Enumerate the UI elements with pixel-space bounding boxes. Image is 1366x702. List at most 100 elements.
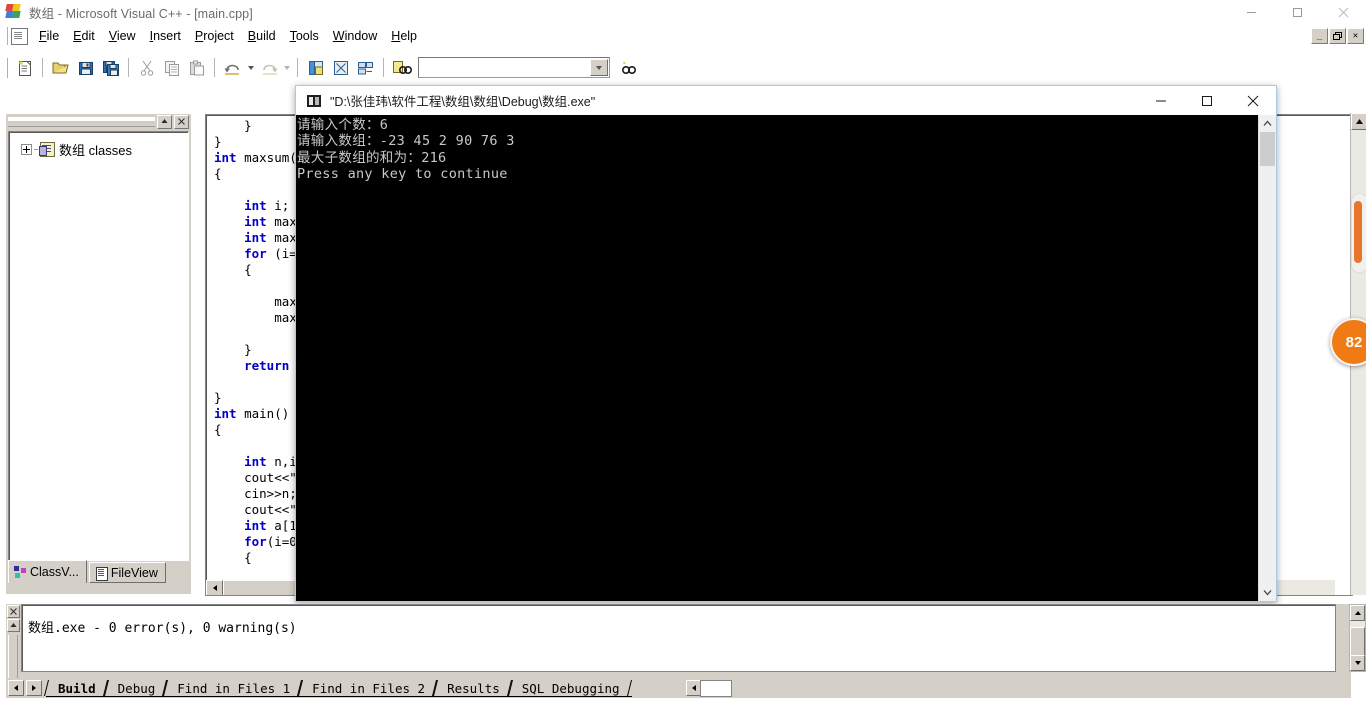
output-tab-label: SQL Debugging (521, 680, 620, 696)
output-vertical-scrollbar[interactable] (1349, 604, 1366, 672)
tree-item-label: 数组 classes (59, 142, 132, 158)
console-output-text: 请输入个数：6 请输入数组：-23 45 2 90 76 3 最大子数组的和为：… (297, 117, 515, 182)
menu-edit[interactable]: Edit (66, 26, 102, 46)
mdi-child-controls: _ ✕ (1310, 28, 1364, 44)
classview-icon (14, 566, 27, 578)
output-tab-debug[interactable]: Debug (103, 679, 168, 697)
console-scroll-down-arrow-icon[interactable] (1259, 584, 1276, 601)
workspace-window-icon[interactable] (303, 56, 328, 80)
save-all-icon[interactable] (98, 56, 123, 80)
title-bar: 数组 - Microsoft Visual C++ - [main.cpp] (0, 0, 1366, 25)
find-in-files-icon[interactable] (389, 56, 414, 80)
menu-project[interactable]: Project (188, 26, 241, 46)
notification-badge-value: 82 (1345, 333, 1363, 351)
app-vscroll-thumb[interactable] (1354, 201, 1362, 263)
redo-dropdown-chevron-down-icon[interactable] (281, 56, 292, 80)
console-maximize-button[interactable] (1184, 86, 1230, 115)
window-controls (1228, 0, 1366, 24)
console-window-controls (1138, 86, 1276, 115)
app-scroll-up-arrow-icon[interactable] (1351, 113, 1366, 130)
tab-classview[interactable]: ClassV... (8, 560, 87, 583)
undo-dropdown-chevron-down-icon[interactable] (245, 56, 256, 80)
output-tab-label: Build (58, 680, 96, 696)
redo-icon[interactable] (256, 56, 281, 80)
build-output-text: 数组.exe - 0 error(s), 0 warning(s) (28, 621, 297, 636)
save-file-icon[interactable] (73, 56, 98, 80)
console-close-button[interactable] (1230, 86, 1276, 115)
output-tab-label: Debug (117, 680, 156, 696)
menu-view[interactable]: View (102, 26, 143, 46)
console-title: "D:\张佳玮\软件工程\数组\数组\Debug\数组.exe" (330, 95, 596, 109)
console-app-icon (307, 94, 321, 107)
tabs-scroll-prev-button[interactable] (8, 680, 24, 696)
editor-scroll-left-arrow-icon[interactable] (206, 579, 223, 595)
console-scroll-up-arrow-icon[interactable] (1259, 115, 1276, 132)
menu-insert[interactable]: Insert (143, 26, 188, 46)
output-tab-build[interactable]: Build (44, 679, 108, 697)
menu-build[interactable]: Build (241, 26, 283, 46)
paste-icon[interactable] (184, 56, 209, 80)
output-tab-find-in-files-1[interactable]: Find in Files 1 (163, 679, 303, 697)
console-output-area[interactable]: 请输入个数：6 请输入数组：-23 45 2 90 76 3 最大子数组的和为：… (296, 115, 1276, 601)
output-tab-label: Find in Files 1 (177, 680, 291, 696)
output-close-button[interactable] (7, 605, 20, 618)
menu-help[interactable]: Help (384, 26, 424, 46)
console-minimize-button[interactable] (1138, 86, 1184, 115)
output-tab-label: Results (447, 680, 500, 696)
class-view-tree[interactable]: 数组 classes (8, 131, 189, 561)
find-input[interactable] (419, 59, 584, 76)
tab-fileview-label: FileView (110, 565, 158, 580)
copy-icon[interactable] (159, 56, 184, 80)
menubar-grip[interactable] (2, 27, 8, 45)
output-tabs: Build Debug Find in Files 1 Find in Files 2… (44, 678, 632, 698)
tree-expander-plus-icon[interactable] (21, 143, 32, 155)
maximize-button[interactable] (1274, 0, 1320, 24)
cut-icon[interactable] (134, 56, 159, 80)
output-vscroll-thumb[interactable] (1350, 627, 1365, 657)
console-title-bar[interactable]: "D:\张佳玮\软件工程\数组\数组\Debug\数组.exe" (296, 86, 1276, 116)
close-button[interactable] (1320, 0, 1366, 24)
output-scroll-down-arrow-icon[interactable] (1350, 655, 1365, 671)
console-window[interactable]: "D:\张佳玮\软件工程\数组\数组\Debug\数组.exe" 请输入个数：6… (295, 85, 1277, 602)
tabs-scroll-next-button[interactable] (26, 680, 42, 696)
output-tab-find-in-files-2[interactable]: Find in Files 2 (298, 679, 438, 697)
window-list-icon[interactable] (353, 56, 378, 80)
new-file-icon[interactable] (12, 56, 37, 80)
workspace-close-button[interactable] (174, 114, 189, 129)
menu-tools[interactable]: Tools (283, 26, 326, 46)
output-tab-sql-debugging[interactable]: SQL Debugging (507, 679, 632, 697)
output-window-icon[interactable] (328, 56, 353, 80)
menu-file[interactable]: File (32, 26, 66, 46)
output-text-area[interactable]: 数组.exe - 0 error(s), 0 warning(s) (21, 604, 1336, 672)
output-tab-label: Find in Files 2 (312, 680, 426, 696)
workspace-drag-grip[interactable] (8, 116, 155, 127)
minimize-button[interactable] (1228, 0, 1274, 24)
workspace-restore-button[interactable] (157, 114, 172, 129)
workspace-tabs: ClassV... FileView (8, 560, 168, 583)
find-dropdown-chevron-down-icon[interactable] (590, 59, 608, 76)
search-go-icon[interactable] (616, 56, 641, 80)
mdi-restore-button[interactable] (1329, 28, 1346, 44)
console-vscroll-thumb[interactable] (1260, 132, 1275, 166)
open-file-icon[interactable] (48, 56, 73, 80)
tab-fileview[interactable]: FileView (88, 562, 166, 583)
output-hscroll-track[interactable] (700, 679, 732, 697)
find-combo[interactable] (418, 57, 610, 78)
tabs-underline (46, 696, 632, 697)
mdi-minimize-button[interactable]: _ (1311, 28, 1328, 44)
menu-window[interactable]: Window (326, 26, 384, 46)
app-logo-icon (5, 4, 22, 20)
tree-item-classes[interactable]: 数组 classes (9, 140, 188, 158)
output-tab-results[interactable]: Results (433, 679, 512, 697)
console-vertical-scrollbar[interactable] (1258, 115, 1276, 601)
document-icon (11, 27, 28, 45)
undo-icon[interactable] (220, 56, 245, 80)
toolbar-grip[interactable] (3, 57, 8, 78)
workspace-caption (6, 114, 191, 129)
mdi-close-button[interactable]: ✕ (1347, 28, 1364, 44)
output-restore-button[interactable] (7, 619, 20, 632)
fileview-icon (95, 566, 108, 581)
output-tab-bar: Build Debug Find in Files 1 Find in Files 2… (6, 678, 1351, 698)
window-title: 数组 - Microsoft Visual C++ - [main.cpp] (29, 6, 253, 21)
output-scroll-up-arrow-icon[interactable] (1350, 605, 1365, 621)
